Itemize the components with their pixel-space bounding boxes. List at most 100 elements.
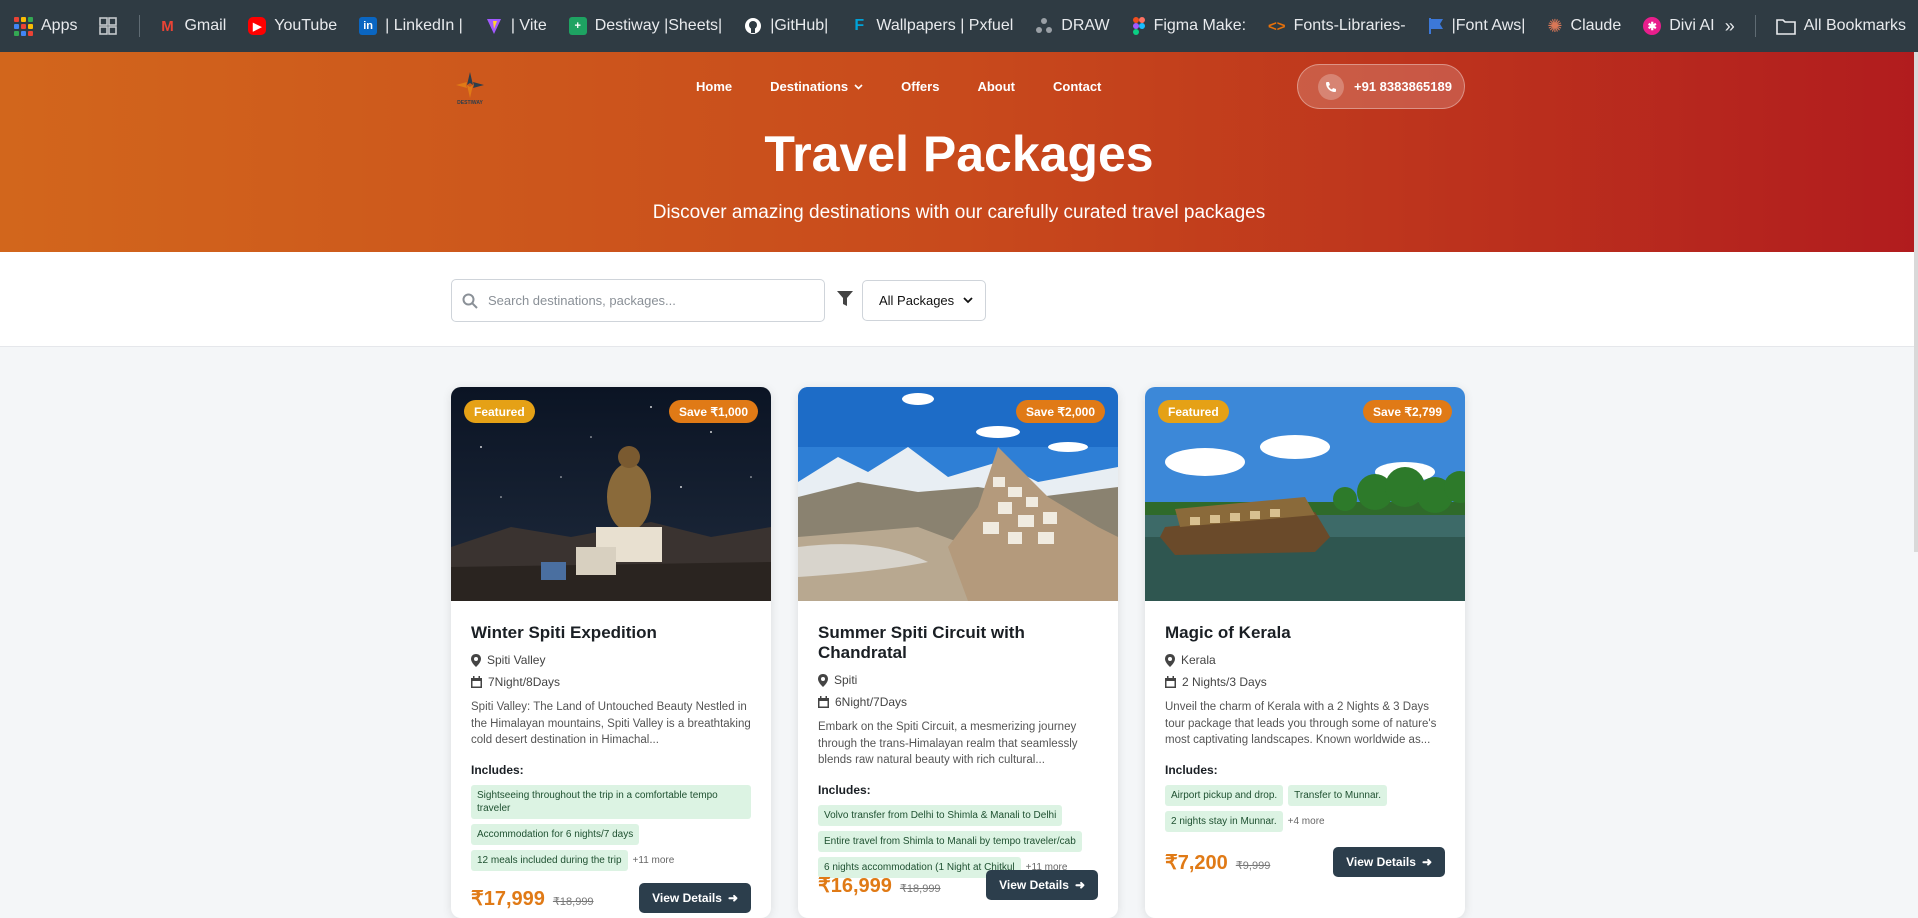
include-tag: Volvo transfer from Delhi to Shimla & Ma… xyxy=(818,805,1063,826)
package-duration-text: 2 Nights/3 Days xyxy=(1182,675,1267,689)
phone-number: +91 8383865189 xyxy=(1354,79,1452,94)
bookmark-font-aws[interactable]: |Font Aws| xyxy=(1428,17,1525,35)
flag-icon xyxy=(1428,18,1443,34)
bookmark-sheets[interactable]: + Destiway |Sheets| xyxy=(568,17,723,35)
pxfuel-icon: F xyxy=(854,17,865,34)
bookmark-gmail[interactable]: M Gmail xyxy=(158,17,226,35)
package-title[interactable]: Summer Spiti Circuit with Chandratal xyxy=(818,623,1098,663)
code-icon: <> xyxy=(1268,17,1286,35)
save-badge: Save ₹1,000 xyxy=(668,400,758,423)
includes-label: Includes: xyxy=(1165,763,1218,777)
compass-logo-icon: DESTIWAY xyxy=(456,72,484,106)
package-title[interactable]: Magic of Kerala xyxy=(1165,623,1445,643)
bookmark-draw[interactable]: DRAW xyxy=(1035,17,1110,35)
view-details-button[interactable]: View Details ➜ xyxy=(1333,847,1445,877)
package-duration: 6Night/7Days xyxy=(818,695,1098,709)
tab-groups-icon xyxy=(99,17,118,35)
claude-icon: ✺ xyxy=(1547,15,1563,36)
phone-button[interactable]: +91 8383865189 xyxy=(1297,64,1465,109)
package-image: Featured Save ₹2,799 xyxy=(1145,387,1465,601)
package-old-price: ₹18,999 xyxy=(552,895,594,908)
bookmark-separator xyxy=(1754,15,1756,37)
include-tag: Airport pickup and drop. xyxy=(1165,785,1284,806)
bookmark-youtube[interactable]: ▶ YouTube xyxy=(248,17,337,35)
bookmark-vite[interactable]: | Vite xyxy=(485,17,547,35)
more-includes: +11 more xyxy=(632,855,675,866)
nav-about[interactable]: About xyxy=(977,79,1015,94)
package-card: Save ₹2,000 Summer Spiti Circuit with Ch… xyxy=(798,387,1118,918)
calendar-icon xyxy=(471,676,482,688)
bookmark-pxfuel[interactable]: F Wallpapers | Pxfuel xyxy=(850,17,1013,35)
bookmark-label: Gmail xyxy=(184,17,227,34)
nav-contact[interactable]: Contact xyxy=(1053,79,1101,94)
bookmark-label: YouTube xyxy=(274,17,338,34)
filter-icon xyxy=(837,291,853,306)
include-tag: Entire travel from Shimla to Manali by t… xyxy=(818,831,1082,852)
view-details-label: View Details xyxy=(652,891,722,905)
main-nav: Home Destinations Offers About Contact xyxy=(696,79,1139,94)
map-pin-icon xyxy=(471,653,481,667)
bookmark-apps[interactable]: Apps xyxy=(14,16,78,36)
gmail-icon: M xyxy=(161,17,174,35)
linkedin-icon: in xyxy=(359,17,378,35)
apps-grid-icon xyxy=(14,16,33,36)
package-location: Spiti xyxy=(818,673,1098,687)
package-location-text: Spiti Valley xyxy=(487,653,546,667)
include-tag: Accommodation for 6 nights/7 days xyxy=(471,824,640,845)
package-filter-select[interactable]: All Packages xyxy=(862,280,986,321)
bookmark-linkedin[interactable]: in | LinkedIn | xyxy=(359,17,463,35)
bookmark-label: Claude xyxy=(1570,17,1622,34)
package-duration-text: 6Night/7Days xyxy=(835,695,908,709)
search-icon xyxy=(462,293,478,309)
nav-offers[interactable]: Offers xyxy=(901,79,939,94)
include-tag: Sightseeing throughout the trip in a com… xyxy=(471,785,751,819)
search-input[interactable] xyxy=(488,293,808,308)
package-title[interactable]: Winter Spiti Expedition xyxy=(471,623,751,643)
package-location: Kerala xyxy=(1165,653,1445,667)
bookmark-label: Destiway |Sheets| xyxy=(594,17,723,34)
logo-text: DESTIWAY xyxy=(457,100,483,106)
bookmark-label: | Vite xyxy=(510,17,547,34)
package-price: ₹17,999 xyxy=(471,887,545,910)
bookmark-fonts-libraries[interactable]: <> Fonts-Libraries- xyxy=(1268,17,1406,35)
includes-list: Sightseeing throughout the trip in a com… xyxy=(471,785,751,871)
site-logo[interactable]: DESTIWAY xyxy=(452,70,488,108)
bookmark-label: DRAW xyxy=(1061,17,1110,34)
price-row: ₹7,200 ₹9,999 View Details ➜ xyxy=(1165,847,1445,877)
view-details-button[interactable]: View Details ➜ xyxy=(986,870,1098,900)
view-details-label: View Details xyxy=(1346,855,1416,869)
save-badge: Save ₹2,799 xyxy=(1362,400,1452,423)
bookmarks-bar: Apps M Gmail ▶ YouTube in | LinkedIn | |… xyxy=(0,0,1918,52)
nav-destinations[interactable]: Destinations xyxy=(770,79,863,94)
nav-home[interactable]: Home xyxy=(696,79,732,94)
package-location-text: Kerala xyxy=(1181,653,1216,667)
package-image: Save ₹2,000 xyxy=(798,387,1118,601)
page-scrollbar[interactable] xyxy=(1914,52,1918,552)
overflow-chevron-icon[interactable]: » xyxy=(1725,16,1735,37)
bookmark-label: Apps xyxy=(41,17,78,34)
package-price: ₹7,200 xyxy=(1165,851,1228,874)
bookmark-divi-ai[interactable]: ✱ Divi AI xyxy=(1643,17,1715,35)
more-includes: +4 more xyxy=(1287,816,1325,827)
page-title: Travel Packages xyxy=(764,126,1154,182)
package-card: Featured Save ₹1,000 Winter Spiti Expedi… xyxy=(451,387,771,918)
calendar-icon xyxy=(818,696,829,708)
all-bookmarks-button[interactable]: All Bookmarks xyxy=(1775,17,1906,35)
package-duration: 2 Nights/3 Days xyxy=(1165,675,1445,689)
view-details-button[interactable]: View Details ➜ xyxy=(639,883,751,913)
tab-groups-button[interactable] xyxy=(99,17,118,35)
figma-icon xyxy=(1132,17,1145,35)
bookmark-figma[interactable]: Figma Make: xyxy=(1132,17,1246,35)
phone-icon xyxy=(1318,73,1344,100)
nav-destinations-label: Destinations xyxy=(770,79,849,94)
package-duration-text: 7Night/8Days xyxy=(488,675,561,689)
package-description: Spiti Valley: The Land of Untouched Beau… xyxy=(471,701,751,746)
price-row: ₹16,999 ₹18,999 View Details ➜ xyxy=(818,870,1098,900)
chevron-down-icon xyxy=(854,83,863,90)
bookmark-claude[interactable]: ✺ Claude xyxy=(1547,16,1621,37)
package-filter-value: All Packages xyxy=(879,293,955,308)
package-old-price: ₹9,999 xyxy=(1235,859,1271,872)
package-location: Spiti Valley xyxy=(471,653,751,667)
bookmark-github[interactable]: |GitHub| xyxy=(744,17,828,35)
search-section: All Packages xyxy=(0,252,1918,347)
